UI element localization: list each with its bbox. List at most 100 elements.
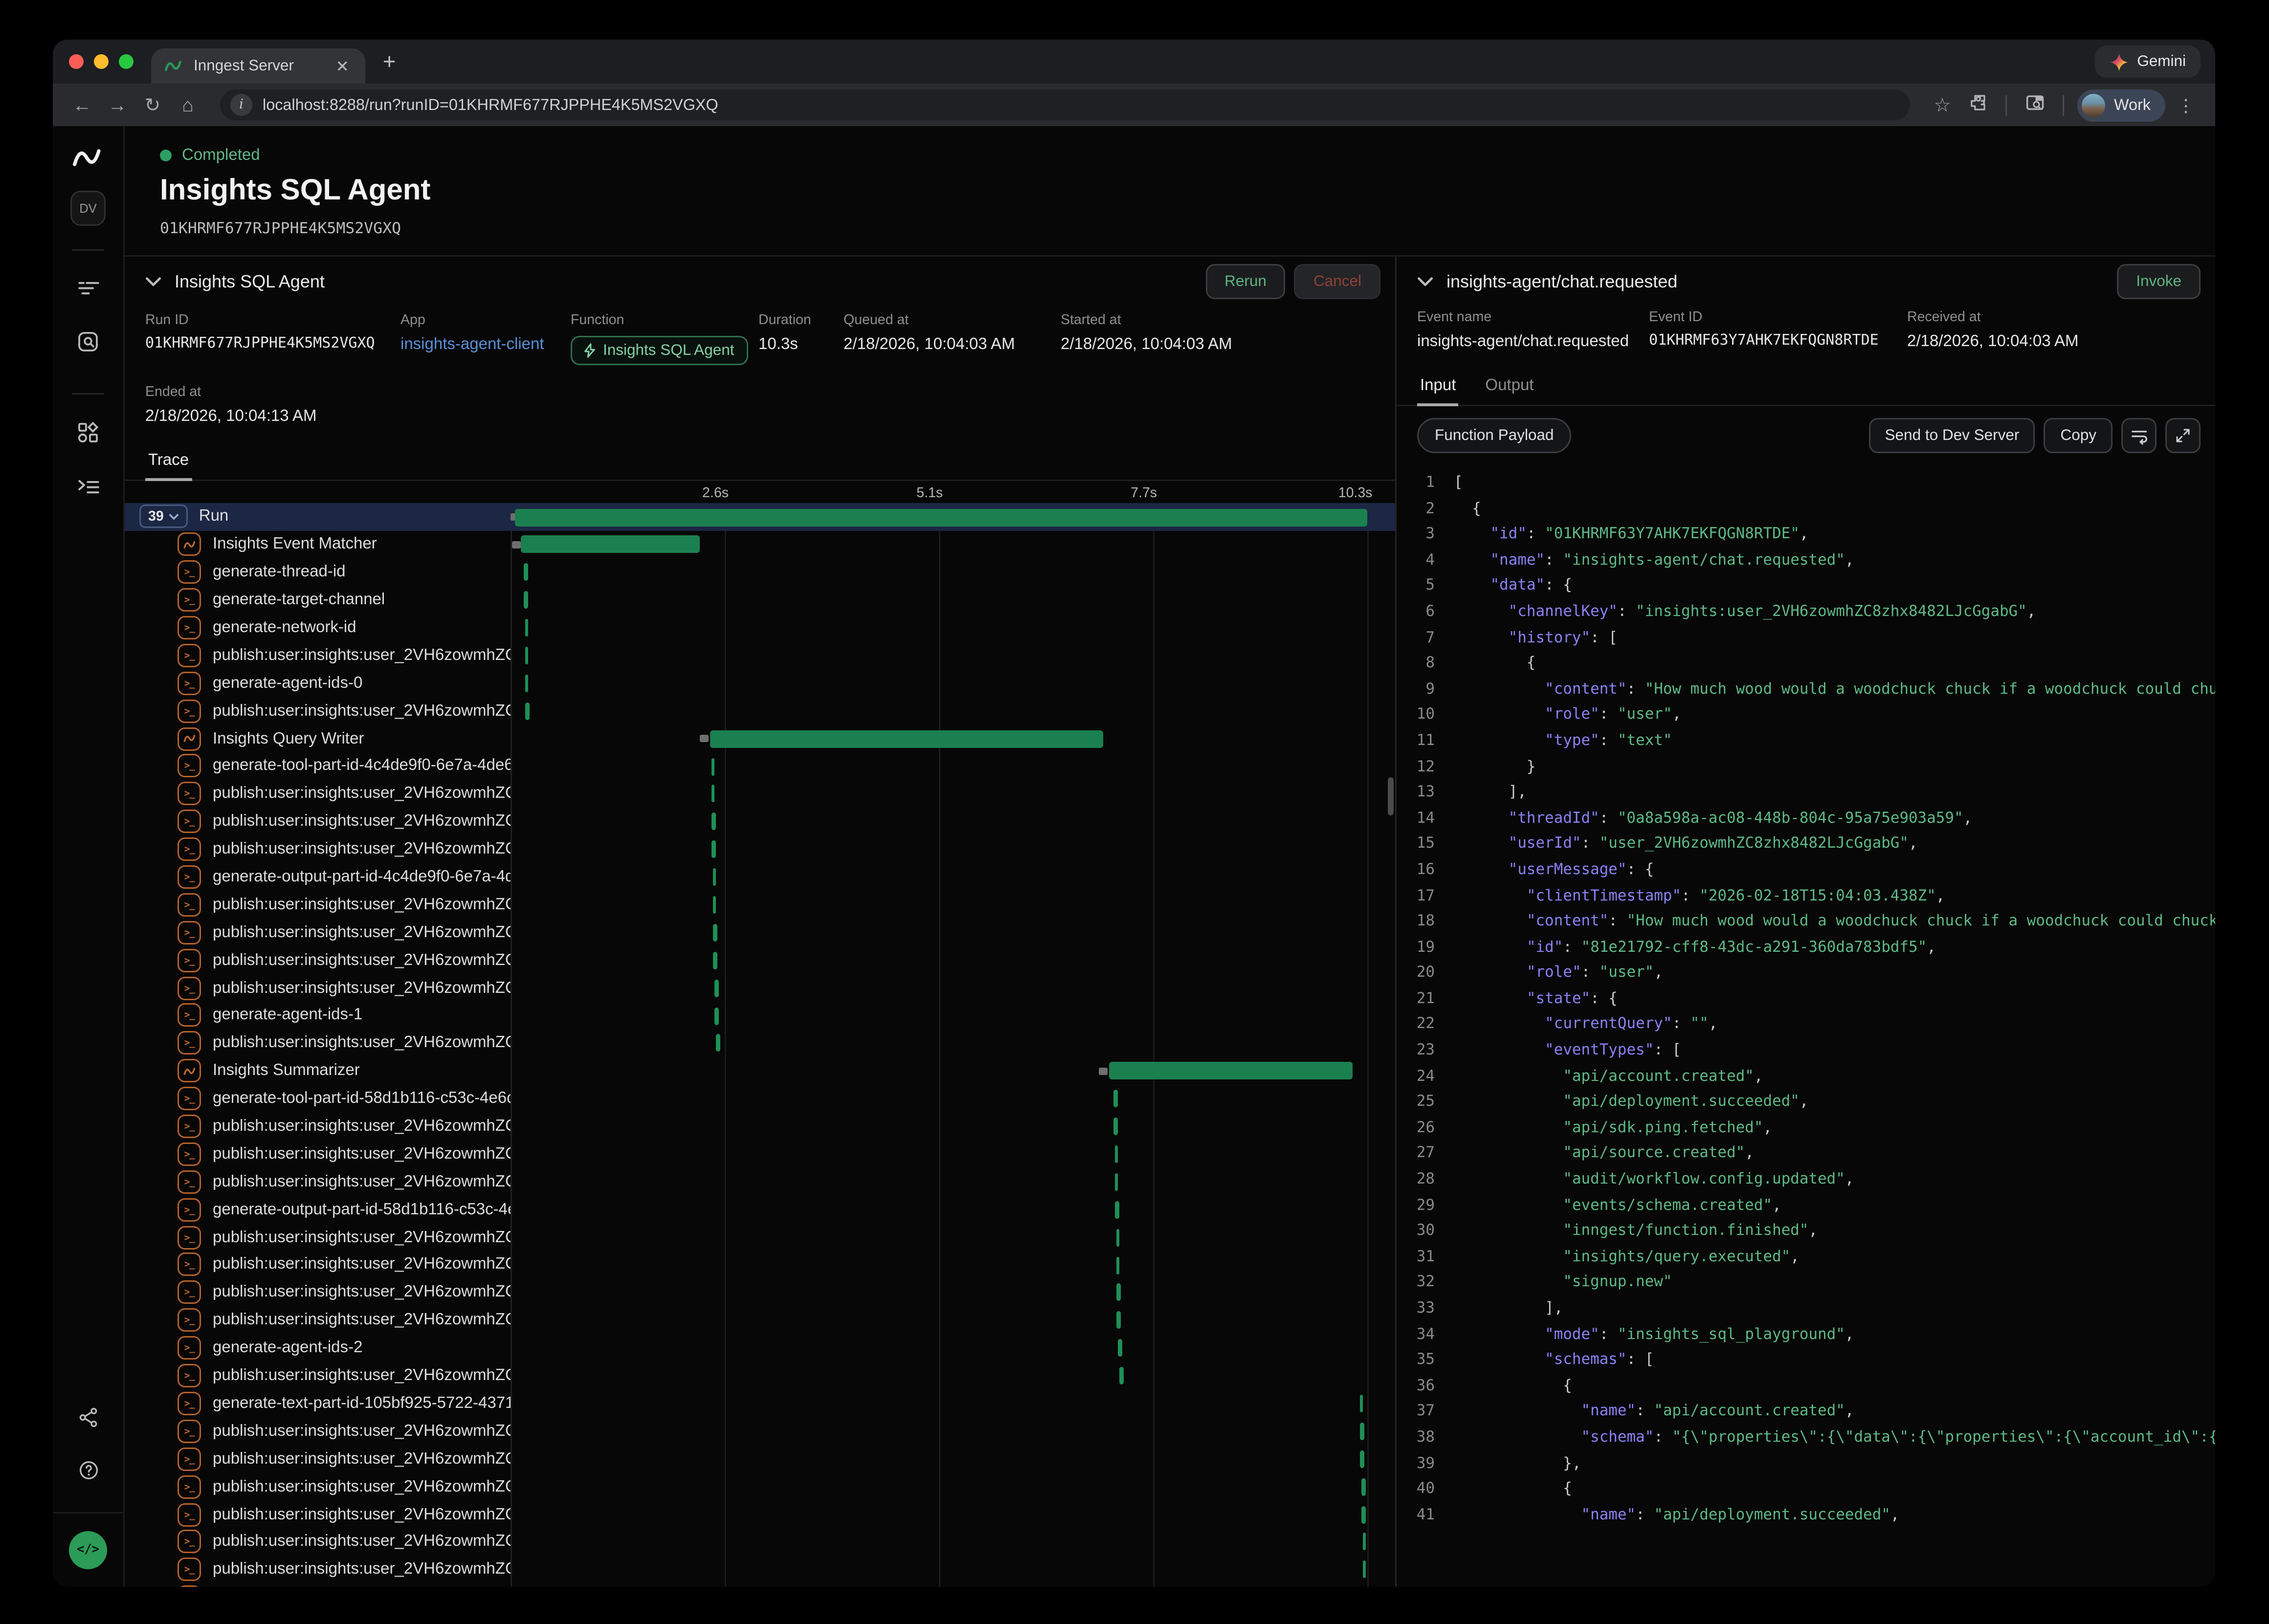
share-icon[interactable] [77,1406,99,1436]
workspace-avatar[interactable]: DV [70,191,106,226]
site-info-icon[interactable]: i [230,94,252,116]
span-bar[interactable] [710,730,1104,747]
span-bar[interactable] [524,592,528,609]
span-bar[interactable] [1360,1450,1364,1468]
trace-row[interactable]: >_publish:user:insights:user_2VH6zowmhZC… [125,1279,1395,1307]
span-bar[interactable] [1113,1090,1117,1108]
trace-row[interactable]: >_generate-thread-id [125,558,1395,586]
span-bar[interactable] [526,702,530,720]
span-count-badge[interactable]: 39 [139,505,187,528]
span-bar[interactable] [711,758,715,775]
span-bar[interactable] [712,896,716,914]
span-bar[interactable] [715,1007,719,1025]
trace-row[interactable]: >_publish:user:insights:user_2VH6zowmhZC… [125,1473,1395,1501]
span-bar[interactable] [716,1034,720,1052]
trace-row[interactable]: >_generate-agent-ids-0 [125,669,1395,697]
trace-row[interactable]: Insights Summarizer [125,1057,1395,1085]
span-bar[interactable] [1361,1478,1365,1495]
trace-row[interactable]: >_publish:user:insights:user_2VH6zowmhZC… [125,1140,1395,1168]
trace-row[interactable]: >_publish:user:insights:user_2VH6zowmhZC… [125,1223,1395,1251]
tab-trace[interactable]: Trace [145,443,192,480]
home-icon[interactable]: ⌂ [173,94,202,116]
sidebar-item-apps[interactable] [76,421,100,452]
back-icon[interactable]: ← [67,94,97,116]
rerun-button[interactable]: Rerun [1205,264,1286,299]
trace-row[interactable]: >_publish:user:insights:user_2VH6zowmhZC… [125,1445,1395,1473]
trace-row[interactable]: >_publish:user:insights:user_2VH6zowmhZC… [125,1362,1395,1390]
help-icon[interactable] [77,1459,99,1489]
trace-row-run[interactable]: 39Run [125,503,1395,531]
span-bar[interactable] [1362,1533,1366,1551]
span-bar[interactable] [1361,1506,1365,1523]
span-bar[interactable] [1116,1229,1120,1246]
span-bar[interactable] [714,979,718,997]
span-bar[interactable] [1362,1561,1366,1579]
dev-mode-button[interactable]: </> [69,1531,107,1569]
span-bar[interactable] [713,951,717,969]
span-bar[interactable] [1115,1201,1119,1218]
trace-row[interactable]: >_publish:user:insights:user_2VH6zowmhZC… [125,946,1395,974]
span-bar[interactable] [1114,1173,1118,1191]
trace-row[interactable]: >_publish:user:insights:user_2VH6zowmhZC… [125,974,1395,1002]
span-bar[interactable] [1360,1395,1364,1412]
span-bar[interactable] [1109,1062,1352,1080]
bookmark-star-icon[interactable]: ☆ [1928,93,1957,117]
span-bar[interactable] [711,785,715,803]
gemini-button[interactable]: Gemini [2094,45,2201,78]
span-bar[interactable] [1360,1423,1364,1440]
trace-row[interactable]: >_publish:user:insights:user_2VH6zowmhZC… [125,641,1395,669]
new-tab-button[interactable]: + [383,49,396,74]
trace-row[interactable]: >_publish:user:insights:user_2VH6zowmhZC… [125,1528,1395,1556]
span-bar[interactable] [525,619,529,636]
close-window-button[interactable] [69,54,84,69]
inngest-logo-icon[interactable] [72,147,104,176]
chevron-down-icon[interactable] [145,277,161,287]
trace-row[interactable]: >_generate-output-part-id-58d1b116-c53c-… [125,1196,1395,1224]
trace-row[interactable]: >_publish:user:insights:user_2VH6zowmhZC… [125,697,1395,725]
span-bar[interactable] [525,647,529,664]
sidebar-item-events[interactable] [76,330,100,361]
browser-tab[interactable]: Inngest Server ✕ [151,48,365,84]
payload-code[interactable]: 1[2 {3 "id": "01KHRMF63Y7AHK7EKFQGN8RTDE… [1397,465,2215,1587]
trace-row[interactable]: >_generate-target-channel [125,586,1395,614]
span-bar[interactable] [514,508,1367,526]
trace-row[interactable]: >_publish:user:insights:user_2VH6zowmhZC… [125,1113,1395,1141]
tab-search-icon[interactable] [2020,92,2049,117]
tab-close-icon[interactable]: ✕ [333,57,352,76]
invoke-button[interactable]: Invoke [2117,264,2201,299]
trace-scrollbar[interactable] [1388,777,1394,815]
trace-row[interactable]: >_publish:user:insights:user_2VH6zowmhZC… [125,1417,1395,1445]
cancel-button[interactable]: Cancel [1294,264,1380,299]
trace-row[interactable]: >_capture-observability-data [125,1583,1395,1587]
extensions-icon[interactable] [1963,92,1992,117]
browser-menu-icon[interactable]: ⋮ [2171,95,2201,115]
trace-row[interactable]: >_publish:user:insights:user_2VH6zowmhZC… [125,1556,1395,1584]
trace-row[interactable]: >_publish:user:insights:user_2VH6zowmhZC… [125,891,1395,919]
address-bar[interactable]: i localhost:8288/run?runID=01KHRMF677RJP… [220,89,1910,120]
profile-button[interactable]: Work [2077,89,2165,121]
span-bar[interactable] [524,564,528,581]
reload-icon[interactable]: ↻ [138,93,167,117]
minimize-window-button[interactable] [94,54,109,69]
trace-row[interactable]: >_generate-tool-part-id-4c4de9f0-6e7a-4d… [125,752,1395,780]
trace-row[interactable]: >_generate-network-id [125,614,1395,642]
trace-row[interactable]: Insights Event Matcher [125,531,1395,559]
trace-row[interactable]: >_publish:user:insights:user_2VH6zowmhZC… [125,1306,1395,1334]
trace-row[interactable]: >_publish:user:insights:user_2VH6zowmhZC… [125,1168,1395,1196]
expand-icon[interactable] [2165,418,2201,453]
span-bar[interactable] [525,675,529,692]
app-link[interactable]: insights-agent-client [400,336,571,353]
span-bar[interactable] [1117,1312,1121,1329]
zoom-window-button[interactable] [119,54,133,69]
tab-output[interactable]: Output [1482,368,1536,405]
span-bar[interactable] [712,868,716,886]
sidebar-item-functions[interactable] [76,475,101,505]
copy-button[interactable]: Copy [2044,418,2113,453]
trace-row[interactable]: >_generate-text-part-id-105bf925-5722-43… [125,1390,1395,1418]
trace-row[interactable]: >_publish:user:insights:user_2VH6zowmhZC… [125,1500,1395,1528]
function-payload-pill[interactable]: Function Payload [1417,418,1571,453]
span-bar[interactable] [1118,1339,1122,1357]
span-bar[interactable] [713,924,717,942]
trace-row[interactable]: >_generate-tool-part-id-58d1b116-c53c-4e… [125,1085,1395,1113]
span-bar[interactable] [520,536,700,553]
